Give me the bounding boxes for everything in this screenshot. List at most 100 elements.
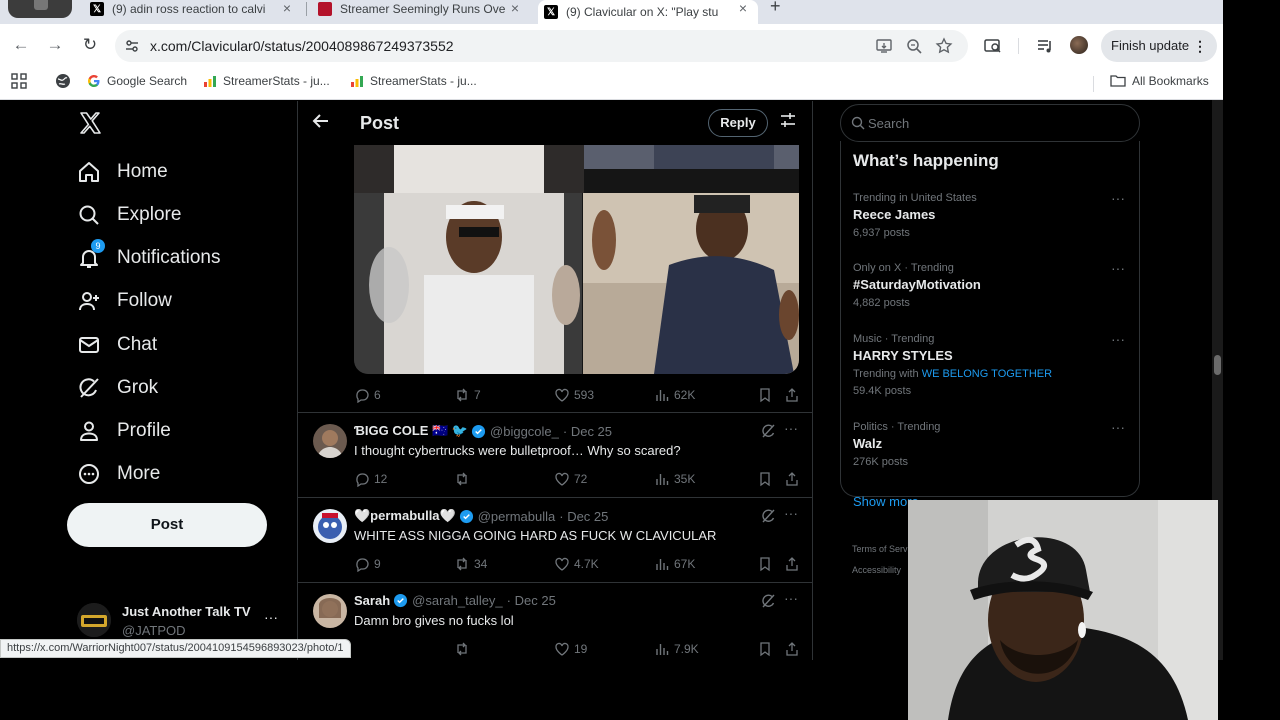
back-arrow-icon[interactable] (310, 112, 332, 134)
finish-update-button[interactable]: Finish update ⋮ (1101, 30, 1217, 62)
bookmark-icon[interactable] (757, 385, 777, 405)
trend-item[interactable]: Trending in United States Reece James 6,… (853, 190, 1133, 239)
reload-icon[interactable]: ↻ (79, 34, 101, 56)
forward-icon[interactable]: → (44, 34, 66, 56)
more-dots-icon[interactable]: ··· (1111, 260, 1125, 276)
url-text[interactable]: x.com/Clavicular0/status/200408986724937… (150, 38, 454, 54)
repost-action[interactable]: 7 (454, 385, 481, 405)
nav-more[interactable]: More (77, 460, 160, 488)
bookmark-star-icon[interactable] (935, 37, 953, 55)
more-dots-icon[interactable]: ··· (1111, 419, 1125, 435)
nav-follow[interactable]: Follow (77, 287, 172, 315)
reply-action-bar: 12 72 35K (354, 469, 800, 489)
accessibility-link[interactable]: Accessibility (852, 565, 901, 575)
terms-link[interactable]: Terms of Serv (852, 544, 908, 554)
reply-handle[interactable]: @sarah_talley_ (412, 593, 503, 608)
reply-date[interactable]: · Dec 25 (559, 509, 608, 524)
reply-handle[interactable]: @biggcole_ (490, 424, 559, 439)
share-icon[interactable] (784, 469, 804, 489)
search-input[interactable]: Search (840, 104, 1140, 142)
reply-date[interactable]: · Dec 25 (507, 593, 556, 608)
reply-item[interactable]: ƁIGG COLE 🇦🇺 🐦 @biggcole_ · Dec 25 I tho… (298, 412, 812, 497)
like-action[interactable]: 19 (554, 639, 587, 659)
bookmark-icon[interactable] (757, 554, 777, 574)
tab-search-icon[interactable] (983, 36, 1003, 56)
tab-pinned[interactable] (8, 0, 72, 18)
more-dots-icon[interactable]: ··· (264, 609, 278, 625)
share-icon[interactable] (784, 385, 804, 405)
scrollbar-thumb[interactable] (1214, 355, 1221, 375)
trend-item[interactable]: Politics · Trending Walz 276K posts ··· (853, 419, 1133, 468)
tab-adin-ross[interactable]: 𝕏 (9) adin ross reaction to calvi × (90, 0, 294, 18)
new-tab-icon[interactable]: + (770, 0, 781, 17)
repost-action[interactable]: 34 (454, 554, 487, 574)
repost-action[interactable] (454, 639, 474, 659)
close-icon[interactable]: × (736, 0, 750, 18)
more-dots-icon[interactable]: ··· (784, 505, 798, 521)
all-bookmarks[interactable]: All Bookmarks (1110, 74, 1209, 88)
sliders-icon[interactable] (776, 111, 800, 135)
avatar[interactable] (313, 509, 347, 543)
share-icon[interactable] (784, 554, 804, 574)
nav-profile[interactable]: Profile (77, 417, 171, 445)
account-switcher[interactable]: Just Another Talk TV @JATPOD ··· (77, 603, 287, 643)
like-action[interactable]: 72 (554, 469, 587, 489)
reply-action[interactable]: 9 (354, 554, 381, 574)
media-control-icon[interactable] (1035, 36, 1055, 56)
bookmark-google-search[interactable]: Google Search (87, 74, 187, 88)
trend-item[interactable]: Music · Trending HARRY STYLES Trending w… (853, 331, 1133, 397)
apps-grid-icon[interactable] (11, 73, 27, 89)
nav-explore[interactable]: Explore (77, 201, 181, 229)
reply-author-name[interactable]: ƁIGG COLE 🇦🇺 🐦 (354, 423, 468, 439)
trend-item[interactable]: Only on X · Trending #SaturdayMotivation… (853, 260, 1133, 309)
share-icon[interactable] (784, 639, 804, 659)
trends-panel: What’s happening Trending in United Stat… (840, 141, 1140, 509)
nav-home[interactable]: Home (77, 158, 168, 186)
like-action[interactable]: 593 (554, 385, 594, 405)
reply-action-bar: 19 7.9K (354, 639, 800, 659)
reply-action[interactable]: 6 (354, 385, 381, 405)
like-action[interactable]: 4.7K (554, 554, 599, 574)
bookmark-streamerstats-1[interactable]: StreamerStats - ju... (203, 74, 330, 88)
repost-action[interactable] (454, 469, 474, 489)
reply-item[interactable]: Sarah @sarah_talley_ · Dec 25 Damn bro g… (298, 582, 812, 660)
close-icon[interactable]: × (280, 0, 294, 18)
back-icon[interactable]: ← (10, 34, 32, 56)
more-dots-icon[interactable]: ··· (784, 590, 798, 606)
bookmark-icon[interactable] (757, 639, 777, 659)
avatar[interactable] (313, 594, 347, 628)
x-logo-icon[interactable] (78, 111, 102, 135)
reply-author-name[interactable]: 🤍permabulla🤍 (354, 508, 456, 524)
views-action[interactable]: 62K (654, 385, 695, 405)
reply-action[interactable]: 12 (354, 469, 387, 489)
close-icon[interactable]: × (508, 0, 522, 18)
zoom-icon[interactable] (905, 37, 923, 55)
nav-chat[interactable]: Chat (77, 331, 157, 359)
reply-date[interactable]: · Dec 25 (563, 424, 612, 439)
install-app-icon[interactable] (875, 37, 893, 55)
views-action[interactable]: 7.9K (654, 639, 699, 659)
avatar[interactable] (313, 424, 347, 458)
reply-handle[interactable]: @permabulla (478, 509, 556, 524)
bookmark-streamerstats-2[interactable]: StreamerStats - ju... (350, 74, 477, 88)
site-info-icon[interactable] (124, 38, 140, 54)
views-action[interactable]: 67K (654, 554, 695, 574)
profile-avatar[interactable] (1070, 36, 1088, 54)
nav-notifications[interactable]: 9 Notifications (77, 239, 221, 272)
views-action[interactable]: 35K (654, 469, 695, 489)
bookmark-icon[interactable] (757, 469, 777, 489)
nav-grok[interactable]: Grok (77, 374, 158, 402)
globe-icon[interactable] (55, 73, 71, 89)
tab-streamer[interactable]: Streamer Seemingly Runs Ove × (318, 0, 522, 18)
reply-button[interactable]: Reply (708, 109, 768, 137)
post-media-image[interactable] (354, 145, 799, 374)
tab-clavicular-active[interactable]: 𝕏 (9) Clavicular on X: "Play stu × (538, 0, 758, 24)
more-dots-icon[interactable]: ··· (1111, 190, 1125, 206)
address-bar[interactable]: x.com/Clavicular0/status/200408986724937… (115, 30, 968, 62)
reply-item[interactable]: 🤍permabulla🤍 @permabulla · Dec 25 WHITE … (298, 497, 812, 582)
more-dots-icon[interactable]: ··· (784, 420, 798, 436)
trending-with-link[interactable]: WE BELONG TOGETHER (922, 368, 1052, 380)
more-dots-icon[interactable]: ··· (1111, 331, 1125, 347)
reply-author-name[interactable]: Sarah (354, 593, 390, 608)
post-button[interactable]: Post (67, 503, 267, 547)
